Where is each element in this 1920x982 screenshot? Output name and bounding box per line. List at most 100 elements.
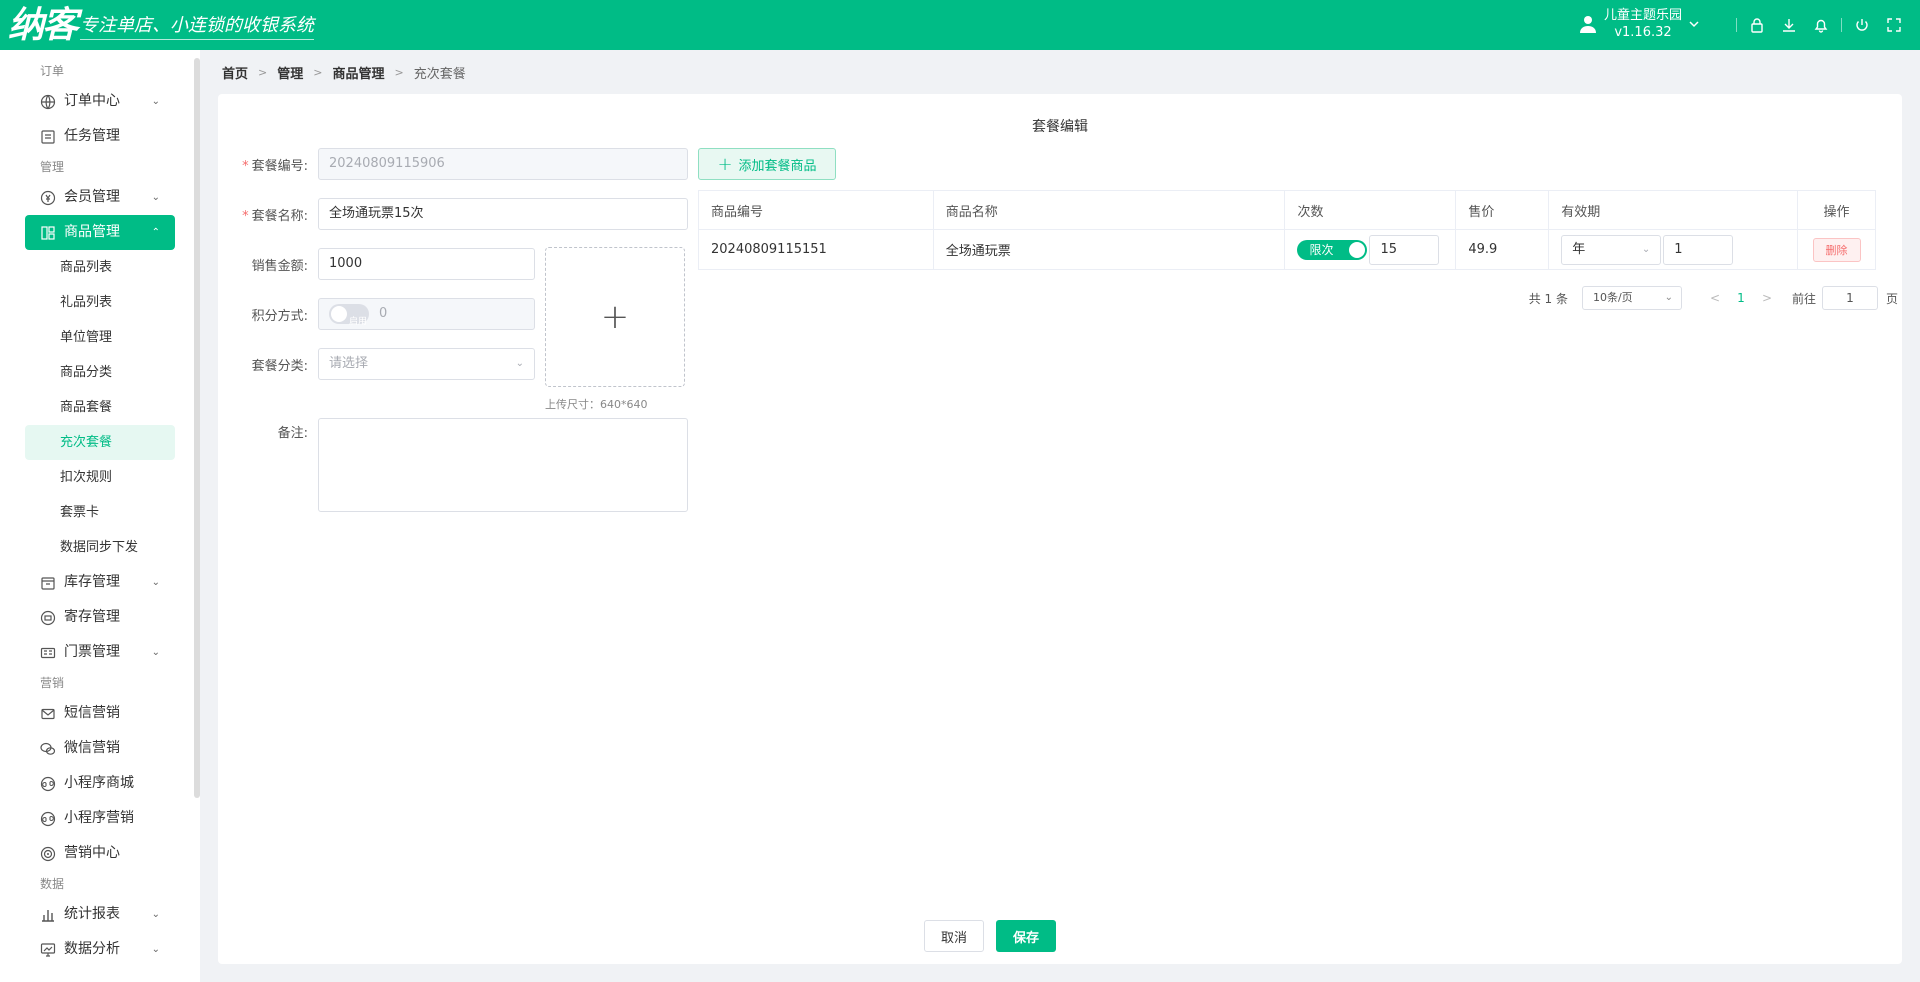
power-icon[interactable]: [1846, 0, 1878, 50]
add-package-goods-button[interactable]: + 添加套餐商品: [698, 148, 836, 180]
sidebar-subitem-gift-list[interactable]: 礼品列表: [25, 285, 175, 320]
limit-count-switch[interactable]: 限次: [1297, 239, 1368, 260]
points-label: 积分方式:: [251, 308, 308, 324]
lock-icon[interactable]: [1741, 0, 1773, 50]
sidebar-item-member-mgmt[interactable]: 会员管理 ⌄: [25, 180, 175, 215]
col-count: 次数: [1285, 191, 1457, 230]
price-label: 销售金额:: [251, 258, 308, 274]
sidebar-item-order-center[interactable]: 订单中心 ⌄: [25, 84, 175, 119]
box-icon: [41, 577, 55, 590]
sidebar-item-label: 订单中心: [64, 93, 120, 109]
breadcrumb-home[interactable]: 首页: [222, 63, 248, 82]
table-row: 20240809115151 全场通玩票 限次 15 49.9 年 ⌄ 1 删除: [699, 230, 1877, 270]
logo-main-text: 纳客: [8, 4, 78, 46]
sidebar-subitem-goods-category[interactable]: 商品分类: [25, 355, 175, 390]
sidebar-group-manage: 管理: [40, 160, 65, 174]
category-placeholder: 请选择: [329, 356, 369, 371]
chevron-right-icon: >: [258, 65, 268, 79]
user-icon: [1579, 16, 1596, 33]
miniprogram-icon: [40, 811, 56, 827]
deposit-icon: [40, 610, 56, 626]
count-input[interactable]: 15: [1369, 234, 1440, 265]
form-row-price: 销售金额: 1000: [218, 248, 535, 280]
sidebar-subitem-deduct-rule[interactable]: 扣次规则: [25, 460, 175, 495]
bell-icon[interactable]: [1805, 0, 1837, 50]
store-info: 儿童主题乐园 v1.16.32: [1604, 7, 1682, 41]
target-icon: [40, 846, 56, 862]
cell-actions: 删除: [1798, 230, 1877, 270]
page-size-select[interactable]: 10条/页 ⌄: [1581, 286, 1682, 310]
sidebar-item-stock-mgmt[interactable]: 库存管理 ⌄: [25, 565, 175, 600]
store-switcher[interactable]: 儿童主题乐园 v1.16.32: [1578, 7, 1700, 41]
remark-label: 备注:: [277, 426, 308, 441]
sidebar-item-marketing-center[interactable]: 营销中心: [25, 836, 175, 871]
logo-slogan: 专注单店、小连锁的收银系统: [80, 11, 315, 40]
sidebar-item-deposit-mgmt[interactable]: 寄存管理: [25, 600, 175, 635]
sidebar-item-mini-marketing[interactable]: 小程序营销: [25, 801, 175, 836]
sidebar-subitem-unit-mgmt[interactable]: 单位管理: [25, 320, 175, 355]
sidebar-item-data-analysis[interactable]: 数据分析 ⌄: [25, 932, 175, 967]
sidebar-item-label: 统计报表: [64, 906, 120, 922]
remark-textarea[interactable]: [318, 418, 688, 512]
sidebar-item-label: 数据分析: [64, 941, 120, 957]
next-page-icon[interactable]: >: [1754, 291, 1780, 305]
cell-price: 49.9: [1456, 230, 1550, 270]
sidebar-item-label: 短信营销: [64, 705, 120, 721]
sidebar-scrollbar[interactable]: [194, 58, 200, 798]
sidebar: 订单 订单中心 ⌄ 任务管理 管理 会员管理 ⌄ 商品管理 ⌃ 商品列表 礼品列…: [0, 50, 200, 982]
sidebar-subitem-recharge-package[interactable]: 充次套餐: [25, 425, 175, 460]
chevron-down-icon: ⌄: [151, 96, 160, 107]
miniprogram-icon: [40, 776, 56, 792]
points-switch: 启用: [329, 304, 369, 327]
category-select[interactable]: 请选择 ⌄: [318, 348, 535, 380]
brand-logo: 纳客 专注单店、小连锁的收银系统: [8, 4, 315, 46]
ticket-icon: [40, 647, 56, 659]
sidebar-subitem-goods-list[interactable]: 商品列表: [25, 250, 175, 285]
sidebar-subitem-goods-package[interactable]: 商品套餐: [25, 390, 175, 425]
validity-value-input[interactable]: 1: [1663, 234, 1734, 265]
col-goods-code: 商品编号: [699, 191, 934, 230]
delete-button[interactable]: 删除: [1812, 237, 1861, 262]
points-value: 0: [379, 306, 388, 321]
form-row-remark: 备注:: [218, 422, 318, 441]
sidebar-item-sms-marketing[interactable]: 短信营销: [25, 696, 175, 731]
breadcrumb-manage[interactable]: 管理: [277, 63, 303, 82]
sidebar-item-label: 库存管理: [64, 574, 120, 590]
jump-input[interactable]: 1: [1821, 286, 1878, 310]
store-name: 儿童主题乐园: [1603, 8, 1682, 23]
chevron-down-icon: [1689, 21, 1699, 28]
chevron-down-icon: ⌄: [1664, 292, 1673, 303]
sidebar-subitem-data-sync[interactable]: 数据同步下发: [25, 530, 175, 565]
breadcrumb-goods-mgmt[interactable]: 商品管理: [332, 63, 384, 82]
fullscreen-icon[interactable]: [1878, 0, 1910, 50]
sidebar-item-label: 小程序商城: [64, 775, 134, 791]
sidebar-subitem-ticket-card[interactable]: 套票卡: [25, 495, 175, 530]
prev-page-icon[interactable]: <: [1702, 291, 1728, 305]
form-row-category: 套餐分类: 请选择 ⌄: [218, 348, 535, 380]
sidebar-item-wechat-marketing[interactable]: 微信营销: [25, 731, 175, 766]
image-upload[interactable]: +: [545, 247, 685, 387]
member-icon: [40, 190, 56, 206]
sidebar-item-task-mgmt[interactable]: 任务管理: [25, 119, 175, 154]
form-row-points: 积分方式: 启用 0: [218, 298, 535, 330]
monitor-chart-icon: [40, 943, 56, 957]
chevron-right-icon: >: [313, 65, 323, 79]
sidebar-item-stat-report[interactable]: 统计报表 ⌄: [25, 897, 175, 932]
cancel-button[interactable]: 取消: [924, 920, 984, 952]
save-button[interactable]: 保存: [996, 920, 1056, 952]
package-name-input[interactable]: 全场通玩票15次: [318, 198, 688, 230]
validity-unit-select[interactable]: 年 ⌄: [1561, 234, 1662, 265]
sale-price-input[interactable]: 1000: [318, 248, 535, 280]
download-icon[interactable]: [1773, 0, 1805, 50]
chevron-down-icon: ⌄: [151, 647, 160, 658]
sidebar-item-label: 营销中心: [64, 845, 120, 861]
sidebar-item-mini-mall[interactable]: 小程序商城: [25, 766, 175, 801]
sidebar-item-goods-mgmt[interactable]: 商品管理 ⌃: [25, 215, 175, 250]
col-actions: 操作: [1798, 191, 1877, 230]
package-goods-table: 商品编号 商品名称 次数 售价 有效期 操作 20240809115151 全场…: [698, 190, 1877, 270]
wechat-icon: [40, 742, 56, 755]
page-number[interactable]: 1: [1728, 291, 1754, 305]
sidebar-item-ticket-mgmt[interactable]: 门票管理 ⌄: [25, 635, 175, 670]
divider: [1736, 18, 1737, 32]
chevron-down-icon: ⌄: [151, 944, 160, 955]
